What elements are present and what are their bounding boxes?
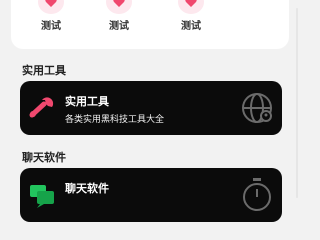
quick-action-label: 测试 <box>181 21 201 32</box>
scrollbar[interactable] <box>296 8 298 198</box>
heart-icon <box>106 0 132 14</box>
timer-icon <box>243 178 271 211</box>
globe-icon <box>242 93 272 123</box>
section-title-tools: 实用工具 <box>22 64 66 77</box>
section-title-chat: 聊天软件 <box>22 151 66 164</box>
chat-icon <box>30 185 54 208</box>
card-subtitle: 各类实用黑科技工具大全 <box>65 115 165 125</box>
quick-action-label: 测试 <box>109 21 129 32</box>
quick-action-1[interactable]: 测试 <box>29 0 73 32</box>
quick-action-2[interactable]: 测试 <box>97 0 141 32</box>
heart-icon <box>178 0 204 14</box>
card-title: 实用工具 <box>65 95 109 108</box>
quick-action-label: 测试 <box>41 21 61 32</box>
card-title: 聊天软件 <box>65 182 109 195</box>
tools-card[interactable]: 实用工具 各类实用黑科技工具大全 <box>20 81 282 135</box>
wrench-icon <box>29 97 54 118</box>
quick-action-3[interactable]: 测试 <box>169 0 213 32</box>
heart-icon <box>38 0 64 14</box>
chat-card[interactable]: 聊天软件 <box>20 168 282 222</box>
quick-actions-card: 测试 测试 测试 <box>11 0 289 49</box>
